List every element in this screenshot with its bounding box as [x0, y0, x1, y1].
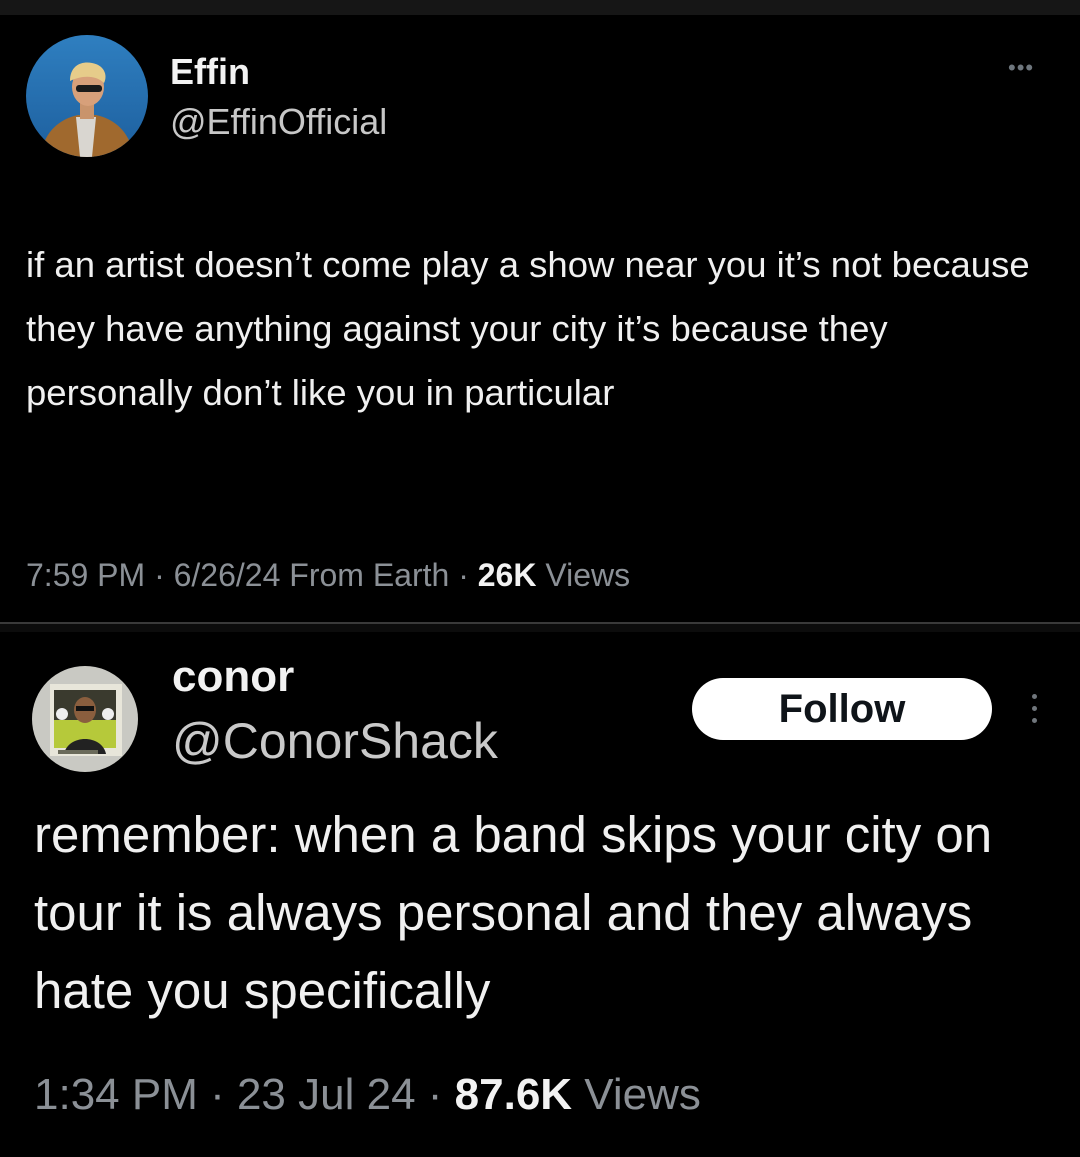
views-label: Views — [536, 557, 631, 593]
avatar[interactable] — [32, 666, 138, 772]
author-name[interactable]: Effin — [170, 51, 250, 93]
more-vertical-icon[interactable] — [1024, 690, 1044, 734]
tweet-meta: 7:59 PM · 6/26/24 From Earth · 26K Views — [26, 557, 630, 594]
author-handle[interactable]: @EffinOfficial — [170, 101, 387, 143]
tweet-text: if an artist doesn’t come play a show ne… — [26, 244, 1030, 413]
tweet-meta: 1:34 PM · 23 Jul 24 · 87.6K Views — [34, 1070, 701, 1120]
views-count: 26K — [477, 557, 537, 593]
tweet-text: remember: when a band skips your city on… — [34, 806, 993, 1019]
author-handle[interactable]: @ConorShack — [172, 712, 498, 770]
timestamp: 1:34 PM · 23 Jul 24 · — [34, 1070, 455, 1119]
views-label: Views — [572, 1070, 701, 1119]
more-horizontal-icon[interactable]: ••• — [1008, 55, 1034, 81]
tweet-card: Effin @EffinOfficial ••• if an artist do… — [0, 15, 1080, 620]
follow-button[interactable]: Follow — [692, 678, 992, 740]
author-name[interactable]: conor — [172, 652, 294, 702]
avatar[interactable] — [26, 35, 148, 157]
views-count: 87.6K — [454, 1070, 573, 1119]
timestamp: 7:59 PM · 6/26/24 From Earth · — [26, 557, 478, 593]
tweet-card: conor @ConorShack Follow remember: when … — [0, 632, 1080, 1157]
divider — [0, 620, 1080, 632]
top-strip — [0, 0, 1080, 15]
